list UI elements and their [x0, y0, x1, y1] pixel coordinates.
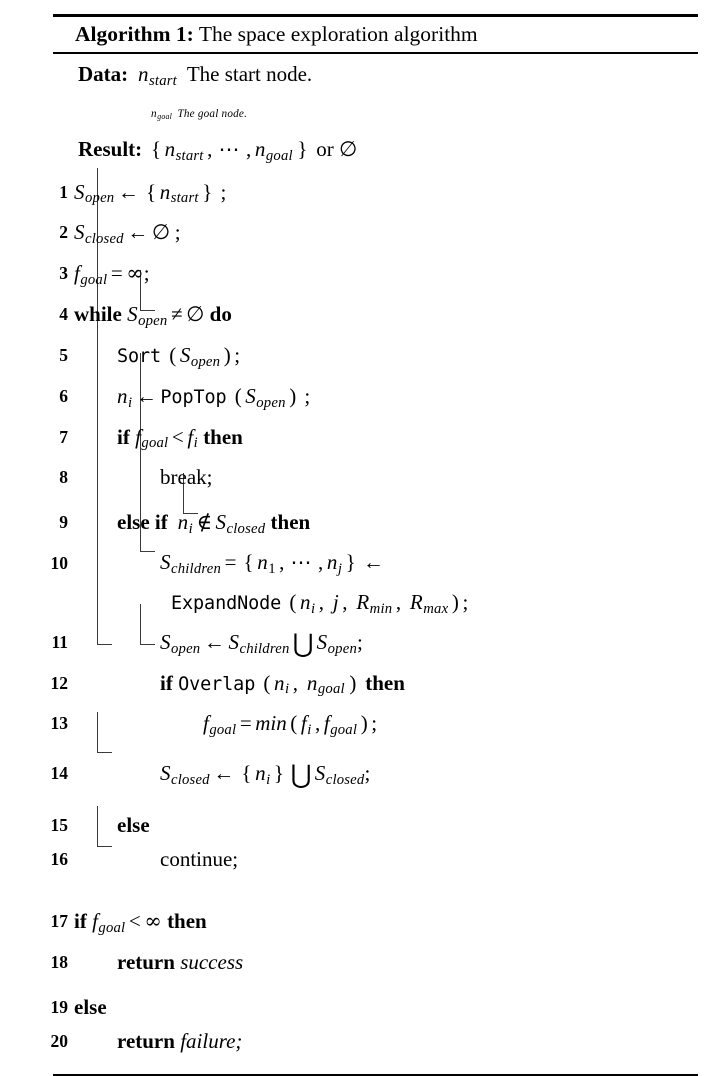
line-9-content: else if ni ∉ Sclosed then — [117, 510, 311, 538]
result-expression: {nstart, ⋯, ngoal} — [150, 136, 308, 164]
data-var-start: nstart — [138, 62, 177, 89]
line-14-content: Sclosed ←{ni} ⋃ Sclosed; — [160, 760, 371, 790]
line-number: 8 — [59, 467, 68, 488]
algo-line-6: 6 ni ← PopTop(Sopen); — [53, 379, 698, 420]
line-2-content: Sclosed ← ∅; — [74, 220, 181, 248]
line-number: 5 — [59, 344, 68, 365]
line-3-content: fgoal = ∞; — [74, 261, 150, 289]
line-10-continuation: ExpandNode(ni, j, Rmin, Rmax); — [171, 589, 469, 617]
data-label: Data: — [78, 62, 129, 86]
data-line-1: Data: nstart The start node. — [53, 58, 698, 98]
algo-line-20: 20 return failure; — [51, 1024, 698, 1058]
line-6-content: ni ← PopTop(Sopen); — [117, 383, 311, 411]
algo-line-10: 10 Schildren ={n1, ⋯, nj} ← ExpandNode(ni, j,… — [51, 546, 698, 625]
line-number: 4 — [59, 304, 68, 325]
algo-line-8: 8 break; — [53, 460, 698, 494]
line-number: 19 — [50, 996, 69, 1017]
line-11-content: Sopen ← Schildren ⋃ Sopen; — [160, 628, 363, 658]
algo-line-12: 12 if Overlap(ni, ngoal) then — [51, 666, 698, 707]
line-16-content: continue; — [160, 847, 239, 872]
line-number: 20 — [50, 1030, 69, 1051]
algo-line-2: 2 Sclosed ← ∅; — [53, 215, 698, 256]
line-number: 1 — [59, 181, 68, 202]
algo-line-7: 7 if fgoal < fi then — [53, 420, 698, 461]
algo-line-16: 16 continue; — [51, 842, 698, 876]
overlap-function: Overlap — [178, 673, 256, 695]
line-number: 14 — [50, 763, 69, 784]
data-var-goal: ngoal — [151, 107, 173, 121]
line-number: 13 — [50, 713, 69, 734]
algo-line-13: 13 fgoal = min(fi, fgoal); — [51, 706, 698, 747]
algo-line-18: 18 return success — [51, 945, 698, 979]
data-line-2: ngoal The goal node. — [53, 98, 698, 133]
line-20-content: return failure; — [117, 1028, 243, 1053]
algo-line-4: 4 while Sopen ≠ ∅ do — [53, 297, 698, 338]
algorithm-caption-title: The space exploration algorithm — [198, 22, 478, 46]
algorithm-body: Data: nstart The start node. ngoal The g… — [51, 54, 698, 1070]
data-text-goal: The goal node. — [177, 107, 248, 120]
line-number: 18 — [50, 951, 69, 972]
algo-line-15: 15 else — [51, 808, 698, 842]
line-number: 16 — [50, 849, 69, 870]
line-number: 6 — [59, 385, 68, 406]
line-1-content: Sopen ←{nstart}; — [74, 179, 227, 207]
result-or: or — [316, 136, 334, 161]
line-number: 9 — [59, 512, 68, 533]
line-10-content: Schildren ={n1, ⋯, nj} ← ExpandNode(ni, j, Rm… — [53, 546, 698, 625]
line-number: 2 — [59, 222, 68, 243]
line-15-content: else — [117, 813, 150, 838]
line-17-content: if fgoal < ∞ then — [74, 909, 207, 936]
algo-line-1: 1 Sopen ←{nstart}; — [53, 175, 698, 216]
line-5-content: Sort(Sopen); — [117, 342, 241, 370]
line-number: 10 — [50, 553, 69, 574]
algorithm-caption: Algorithm 1: The space exploration algor… — [53, 17, 698, 52]
algorithm-caption-label: Algorithm 1: — [75, 22, 194, 46]
line-19-content: else — [74, 994, 107, 1019]
line-13-content: fgoal = min(fi, fgoal); — [203, 711, 378, 739]
line-number: 11 — [51, 631, 68, 652]
algo-line-11: 11 Sopen ← Schildren ⋃ Sopen; — [51, 625, 698, 666]
algo-line-5: 5 Sort(Sopen); — [53, 338, 698, 379]
line-number: 3 — [59, 263, 68, 284]
algo-line-9: 9 else if ni ∉ Sclosed then — [53, 505, 698, 546]
line-8-content: break; — [160, 465, 213, 490]
data-text-start: The start node. — [186, 62, 313, 86]
result-label: Result: — [78, 136, 143, 161]
algo-line-3: 3 fgoal = ∞; — [53, 256, 698, 297]
expandnode-function: ExpandNode — [171, 592, 282, 614]
line-12-content: if Overlap(ni, ngoal) then — [160, 670, 405, 698]
algo-line-14: 14 Sclosed ←{ni} ⋃ Sclosed; — [51, 756, 698, 797]
algorithm-block: Algorithm 1: The space exploration algor… — [51, 14, 698, 1076]
line-number: 15 — [50, 815, 69, 836]
line-18-content: return success — [117, 949, 244, 974]
line-number: 7 — [59, 426, 68, 447]
result-line: Result: {nstart, ⋯, ngoal} or ∅ — [53, 133, 698, 173]
line-number: 17 — [50, 911, 69, 932]
line-4-content: while Sopen ≠ ∅ do — [74, 302, 232, 329]
line-number: 12 — [50, 672, 69, 693]
poptop-function: PopTop — [160, 386, 227, 408]
indent-foot-if17 — [97, 752, 112, 753]
line-7-content: if fgoal < fi then — [117, 424, 243, 452]
algo-line-17: 17 if fgoal < ∞ then — [51, 904, 698, 945]
sort-function: Sort — [117, 345, 162, 367]
result-emptyset: ∅ — [339, 136, 358, 161]
algo-line-19: 19 else — [51, 990, 698, 1024]
